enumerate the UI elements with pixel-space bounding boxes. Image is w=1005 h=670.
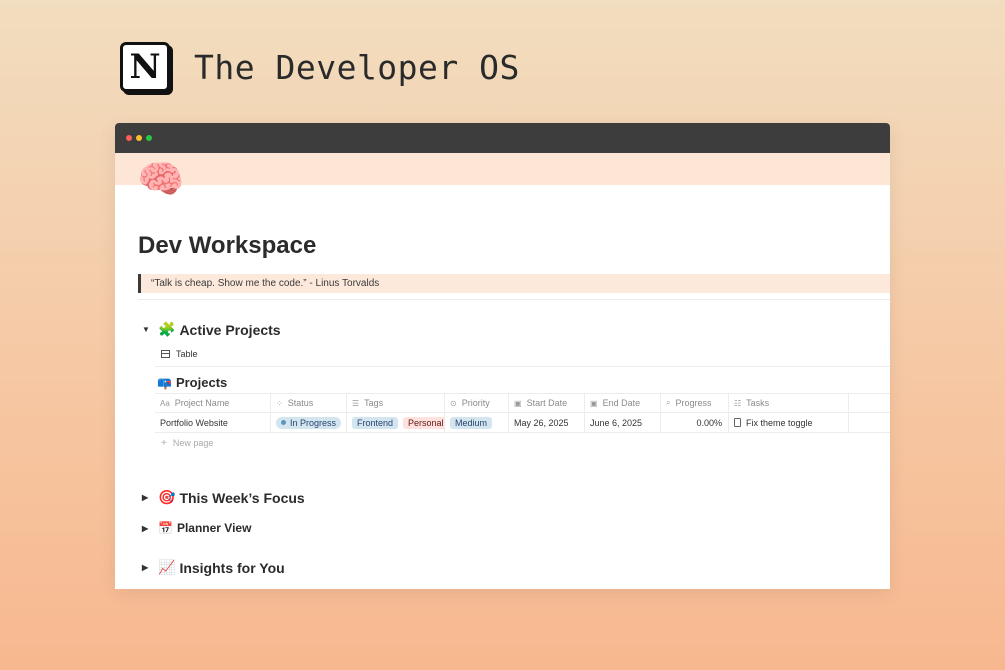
column-header-extra bbox=[849, 394, 890, 412]
tab-label: Table bbox=[176, 349, 198, 359]
column-label: Status bbox=[287, 398, 314, 408]
cell-project-name[interactable]: Portfolio Website bbox=[155, 413, 271, 432]
brand-header: N The Developer OS bbox=[120, 42, 520, 92]
cell-end-date[interactable]: June 6, 2025 bbox=[585, 413, 661, 432]
table-header-row: Aa Project Name ⁘ Status ☰ Tags ⊙ Priority ▣… bbox=[155, 393, 890, 413]
database-title-text: Projects bbox=[175, 375, 228, 390]
notion-logo-icon: N bbox=[120, 42, 170, 92]
puzzle-icon: 🧩 bbox=[158, 321, 176, 337]
section-heading: Planner View bbox=[176, 521, 252, 535]
section-heading: This Week’s Focus bbox=[179, 489, 305, 506]
toggle-active-projects[interactable]: ▼ 🧩 Active Projects bbox=[142, 321, 281, 338]
column-header-project-name[interactable]: Aa Project Name bbox=[155, 394, 271, 412]
page-cover bbox=[115, 153, 890, 185]
maximize-window-icon[interactable] bbox=[146, 135, 152, 141]
column-header-end-date[interactable]: ▣ End Date bbox=[585, 394, 661, 412]
status-badge: In Progress bbox=[276, 416, 342, 429]
table-icon bbox=[161, 350, 170, 358]
section-heading: Active Projects bbox=[179, 321, 281, 338]
column-header-priority[interactable]: ⊙ Priority bbox=[445, 394, 509, 412]
calendar-icon: 📅 bbox=[158, 521, 173, 535]
toggle-closed-icon[interactable]: ▶ bbox=[142, 563, 158, 572]
list-property-icon: ☰ bbox=[352, 398, 360, 408]
toggle-insights-for-you[interactable]: ▶ 📈 Insights for You bbox=[142, 559, 285, 576]
cell-tasks[interactable]: Fix theme toggle bbox=[729, 413, 849, 432]
cell-status[interactable]: In Progress bbox=[271, 413, 347, 432]
page-title[interactable]: Dev Workspace bbox=[138, 232, 316, 260]
toggle-closed-icon[interactable]: ▶ bbox=[142, 493, 158, 502]
tag-badge: Personal bbox=[403, 416, 444, 429]
column-label: End Date bbox=[602, 398, 641, 408]
select-property-icon: ⊙ bbox=[450, 398, 457, 408]
close-window-icon[interactable] bbox=[126, 135, 132, 141]
mailbox-icon: 📪 bbox=[157, 375, 172, 390]
tag-badge: Frontend bbox=[352, 416, 399, 429]
toggle-open-icon[interactable]: ▼ bbox=[142, 325, 158, 334]
column-label: Tags bbox=[364, 398, 384, 408]
quote-text: “Talk is cheap. Show me the code.” - Lin… bbox=[151, 278, 380, 289]
cell-start-date[interactable]: May 26, 2025 bbox=[509, 413, 585, 432]
status-property-icon: ⁘ bbox=[276, 398, 283, 408]
plus-icon: + bbox=[161, 437, 167, 449]
column-label: Tasks bbox=[746, 398, 770, 408]
column-header-tasks[interactable]: ☷ Tasks bbox=[729, 394, 849, 412]
cell-progress[interactable]: 0.00% bbox=[661, 413, 729, 432]
task-link[interactable]: Fix theme toggle bbox=[746, 418, 813, 428]
target-icon: 🎯 bbox=[158, 489, 176, 505]
column-label: Progress bbox=[675, 398, 712, 408]
cell-tags[interactable]: Frontend Personal bbox=[347, 413, 445, 432]
column-label: Start Date bbox=[526, 398, 568, 408]
column-label: Project Name bbox=[174, 398, 230, 408]
projects-table: Aa Project Name ⁘ Status ☰ Tags ⊙ Priority ▣… bbox=[155, 393, 890, 453]
column-header-tags[interactable]: ☰ Tags bbox=[347, 394, 445, 412]
table-row[interactable]: Portfolio Website In Progress Frontend P… bbox=[155, 413, 890, 433]
new-page-button[interactable]: + New page bbox=[155, 433, 890, 453]
calendar-icon: ▣ bbox=[590, 398, 598, 408]
chart-icon: 📈 bbox=[158, 559, 176, 575]
column-header-progress[interactable]: ⌕ Progress bbox=[661, 394, 729, 412]
window-titlebar bbox=[115, 123, 890, 153]
minimize-window-icon[interactable] bbox=[136, 135, 142, 141]
new-page-label: New page bbox=[172, 438, 214, 448]
page-icon bbox=[734, 418, 741, 427]
brand-title: The Developer OS bbox=[194, 47, 520, 87]
priority-badge: Medium bbox=[450, 416, 493, 429]
divider bbox=[138, 299, 890, 300]
calendar-icon: ▣ bbox=[514, 398, 522, 408]
checklist-icon: ☷ bbox=[734, 398, 742, 408]
database-title[interactable]: 📪 Projects bbox=[157, 375, 227, 390]
status-dot-icon bbox=[281, 420, 286, 425]
brain-icon[interactable]: 🧠 bbox=[137, 161, 184, 199]
column-header-status[interactable]: ⁘ Status bbox=[271, 394, 347, 412]
section-heading: Insights for You bbox=[179, 559, 285, 576]
tab-table-view[interactable]: Table bbox=[161, 349, 198, 359]
cell-extra bbox=[849, 413, 890, 432]
column-label: Priority bbox=[461, 398, 490, 408]
quote-block[interactable]: “Talk is cheap. Show me the code.” - Lin… bbox=[138, 274, 890, 293]
app-window: 🧠 Dev Workspace “Talk is cheap. Show me … bbox=[115, 123, 890, 589]
status-label: In Progress bbox=[290, 417, 337, 428]
text-property-icon: Aa bbox=[160, 398, 170, 408]
toggle-planner-view[interactable]: ▶ 📅 Planner View bbox=[142, 521, 251, 535]
column-header-start-date[interactable]: ▣ Start Date bbox=[509, 394, 585, 412]
tab-divider bbox=[155, 366, 890, 367]
toggle-closed-icon[interactable]: ▶ bbox=[142, 524, 158, 533]
search-icon: ⌕ bbox=[666, 398, 671, 407]
cell-priority[interactable]: Medium bbox=[445, 413, 509, 432]
toggle-this-weeks-focus[interactable]: ▶ 🎯 This Week’s Focus bbox=[142, 489, 305, 506]
